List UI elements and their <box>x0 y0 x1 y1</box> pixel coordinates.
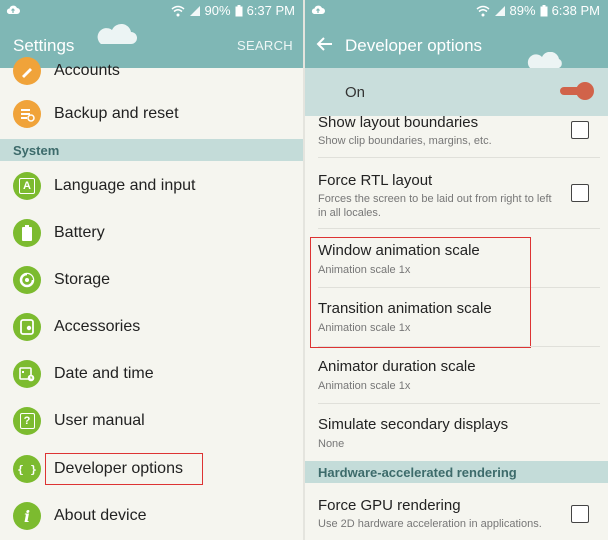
setting-title: Force GPU rendering <box>318 497 461 514</box>
cloud-icon <box>311 5 325 14</box>
wifi-icon <box>171 5 185 16</box>
list-item-label: Date and time <box>54 365 154 382</box>
setting-subtitle: Show clip boundaries, margins, etc. <box>318 135 492 147</box>
setting-simulate-secondary-displays[interactable]: Simulate secondary displays None <box>305 404 608 460</box>
list-item-accounts[interactable]: Accounts <box>0 48 303 95</box>
battery-percent: 89% <box>509 3 536 18</box>
date-time-icon <box>13 360 41 388</box>
section-title: System <box>13 143 60 158</box>
setting-subtitle: None <box>318 438 345 450</box>
list-item-label: About device <box>54 507 147 524</box>
clock: 6:37 PM <box>246 3 295 18</box>
status-bar: 90% 6:37 PM <box>0 0 303 22</box>
clock: 6:38 PM <box>551 3 600 18</box>
list-item-label: Language and input <box>54 177 196 194</box>
back-arrow-icon[interactable] <box>315 34 335 54</box>
backup-reset-icon <box>13 100 41 128</box>
battery-status-icon <box>235 4 243 16</box>
section-header-hardware-rendering: Hardware-accelerated rendering <box>305 461 608 483</box>
setting-force-gpu-rendering[interactable]: Force GPU rendering Use 2D hardware acce… <box>305 484 608 540</box>
setting-subtitle: Animation scale 1x <box>318 380 411 392</box>
list-item-about-device[interactable]: i About device <box>0 493 303 540</box>
cloud-decoration-icon <box>97 23 137 44</box>
battery-status-icon <box>540 4 548 16</box>
switch-label: On <box>345 84 366 101</box>
highlight-box <box>310 237 531 348</box>
setting-subtitle: Use 2D hardware acceleration in applicat… <box>318 518 542 530</box>
setting-force-rtl-layout[interactable]: Force RTL layout Forces the screen to be… <box>305 160 608 228</box>
checkbox[interactable] <box>571 505 589 523</box>
row-separator <box>318 157 600 158</box>
setting-show-layout-boundaries[interactable]: Show layout boundaries Show clip boundar… <box>305 112 608 158</box>
developer-options-icon: { } <box>13 455 41 483</box>
setting-animator-duration-scale[interactable]: Animator duration scale Animation scale … <box>305 346 608 404</box>
list-item-label: Backup and reset <box>54 105 179 122</box>
checkbox[interactable] <box>571 184 589 202</box>
signal-icon <box>189 5 200 16</box>
row-separator <box>318 228 600 229</box>
setting-subtitle: Forces the screen to be laid out from ri… <box>318 193 552 219</box>
list-item-accessories[interactable]: Accessories <box>0 304 303 351</box>
list-item-battery[interactable]: Battery <box>0 210 303 257</box>
list-item-user-manual[interactable]: ? User manual <box>0 398 303 445</box>
list-item-backup-reset[interactable]: Backup and reset <box>0 91 303 138</box>
storage-icon <box>13 266 41 294</box>
cloud-icon <box>6 5 20 14</box>
list-item-label: Battery <box>54 224 105 241</box>
accounts-icon <box>13 57 41 85</box>
about-device-icon: i <box>13 502 41 530</box>
accessories-icon <box>13 313 41 341</box>
settings-screen: 90% 6:37 PM Settings SEARCH Accounts Bac… <box>0 0 303 540</box>
signal-icon <box>494 5 505 16</box>
checkbox[interactable] <box>571 121 589 139</box>
list-item-date-time[interactable]: Date and time <box>0 351 303 398</box>
language-input-icon: A <box>13 172 41 200</box>
battery-icon <box>13 219 41 247</box>
list-item-label: Storage <box>54 271 111 288</box>
setting-title: Animator duration scale <box>318 358 476 375</box>
wifi-icon <box>476 5 490 16</box>
list-item-label: User manual <box>54 412 145 429</box>
status-bar: 89% 6:38 PM <box>305 0 608 22</box>
list-item-label: Accounts <box>54 62 120 79</box>
list-item-language-input[interactable]: A Language and input <box>0 163 303 210</box>
setting-title: Force RTL layout <box>318 172 433 189</box>
highlight-box <box>45 453 203 485</box>
battery-percent: 90% <box>204 3 231 18</box>
section-title: Hardware-accelerated rendering <box>318 465 517 480</box>
toggle-thumb <box>576 82 594 100</box>
app-bar: Developer options <box>305 22 608 68</box>
setting-title: Simulate secondary displays <box>318 416 509 433</box>
master-switch-row[interactable]: On <box>305 68 608 116</box>
setting-title: Show layout boundaries <box>318 114 479 131</box>
user-manual-icon: ? <box>13 407 41 435</box>
developer-options-toggle[interactable] <box>560 81 594 101</box>
list-item-storage[interactable]: Storage <box>0 257 303 304</box>
section-header-system: System <box>0 139 303 161</box>
developer-options-screen: 89% 6:38 PM Developer options On Show la… <box>305 0 608 540</box>
list-item-label: Accessories <box>54 318 141 335</box>
page-title: Developer options <box>345 36 483 55</box>
